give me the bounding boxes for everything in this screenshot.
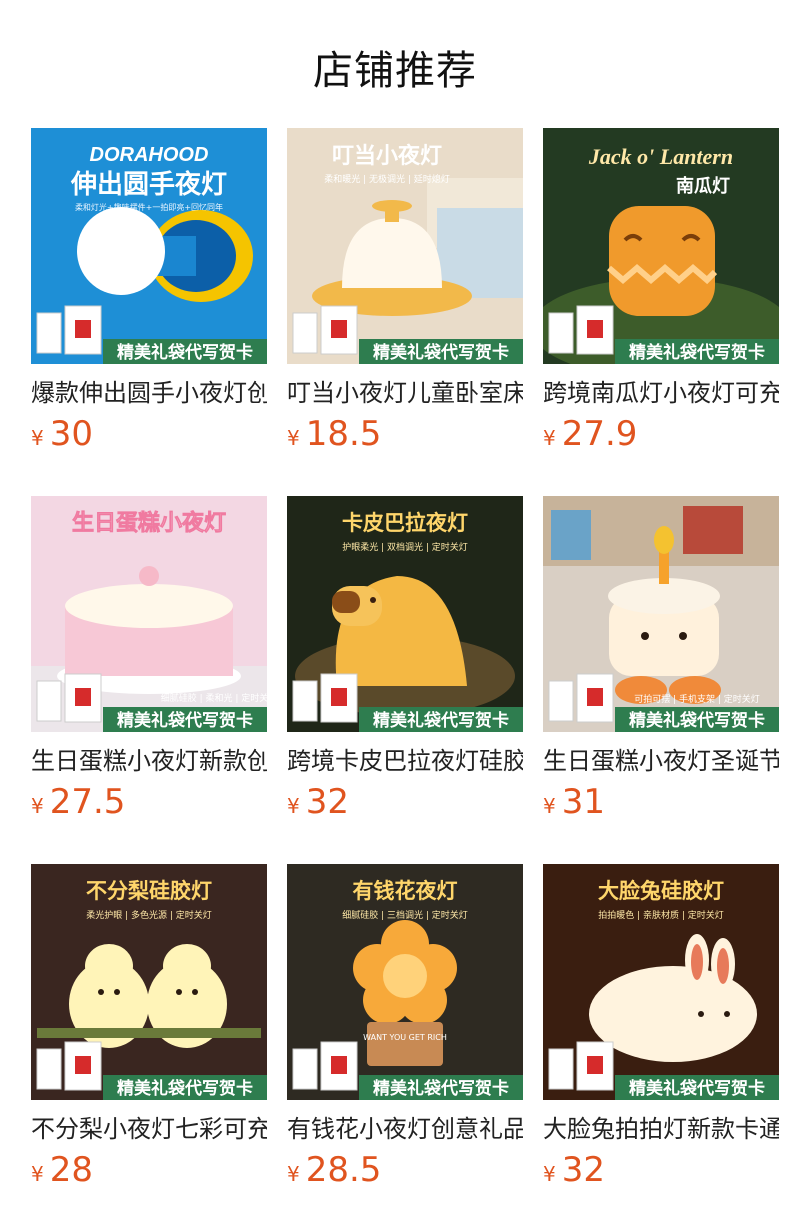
price-value: 32: [561, 1150, 605, 1190]
gift-bag-icon: [36, 305, 102, 355]
product-card[interactable]: 不分梨硅胶灯 柔光护眼 | 多色光源 | 定时关灯 精美礼袋代写贺卡 不分梨小夜…: [31, 864, 267, 1196]
image-tagline: 细腻硅胶 | 柔和光 | 定时关灯: [161, 692, 267, 704]
product-name[interactable]: 生日蛋糕小夜灯新款创意: [31, 746, 267, 776]
image-headline: 生日蛋糕小夜灯: [72, 510, 226, 536]
product-name[interactable]: 叮当小夜灯儿童卧室床头灯: [287, 378, 523, 408]
product-image[interactable]: DORAHOOD 伸出圆手夜灯 柔和灯光+趣味摆件+一拍即亮+回忆同年 精美礼袋…: [31, 128, 267, 364]
gift-banner: 精美礼袋代写贺卡: [373, 342, 509, 363]
page-title: 店铺推荐: [313, 48, 477, 94]
gift-bag-icon: [548, 1041, 614, 1091]
image-headline: 卡皮巴拉夜灯: [342, 511, 468, 535]
product-card[interactable]: 叮当小夜灯 柔和暖光 | 无极调光 | 延时熄灯 精美礼袋代写贺卡 叮当小夜灯儿…: [287, 128, 523, 460]
product-card[interactable]: 有钱花夜灯 细腻硅胶 | 三档调光 | 定时关灯 WANT YOU GET RI…: [287, 864, 523, 1196]
currency-symbol: ¥: [287, 426, 300, 450]
currency-symbol: ¥: [543, 794, 556, 818]
image-headline: 大脸兔硅胶灯: [598, 879, 724, 903]
pumpkin-lamp-icon: [607, 206, 718, 316]
gift-banner: 精美礼袋代写贺卡: [373, 710, 509, 731]
product-name[interactable]: 爆款伸出圆手小夜灯创意礼品: [31, 378, 267, 408]
price-value: 28: [49, 1150, 93, 1190]
image-headline: 不分梨硅胶灯: [86, 879, 212, 903]
image-tagline: 柔和暖光 | 无极调光 | 延时熄灯: [324, 173, 450, 185]
gift-banner: 精美礼袋代写贺卡: [629, 1078, 765, 1099]
price-value: 28.5: [305, 1150, 382, 1190]
product-price: ¥32: [287, 782, 523, 828]
gift-banner: 精美礼袋代写贺卡: [629, 710, 765, 731]
image-tagline: 可拍可摆 | 手机支架 | 定时关灯: [634, 693, 760, 705]
currency-symbol: ¥: [31, 794, 44, 818]
price-value: 30: [49, 414, 93, 454]
image-tagline: 细腻硅胶 | 三档调光 | 定时关灯: [342, 909, 468, 921]
currency-symbol: ¥: [31, 1162, 44, 1186]
gift-banner: 精美礼袋代写贺卡: [117, 710, 253, 731]
product-price: ¥18.5: [287, 414, 523, 460]
product-image[interactable]: 大脸兔硅胶灯 拍拍暖色 | 亲肤材质 | 定时关灯 精美礼袋代写贺卡: [543, 864, 779, 1100]
pot-text: WANT YOU GET RICH: [363, 1033, 447, 1042]
gift-bag-icon: [292, 673, 358, 723]
product-price: ¥30: [31, 414, 267, 460]
product-name[interactable]: 大脸兔拍拍灯新款卡通夜灯: [543, 1114, 779, 1144]
product-price: ¥28.5: [287, 1150, 523, 1196]
product-price: ¥28: [31, 1150, 267, 1196]
product-image[interactable]: 不分梨硅胶灯 柔光护眼 | 多色光源 | 定时关灯 精美礼袋代写贺卡: [31, 864, 267, 1100]
image-headline: 有钱花夜灯: [353, 879, 458, 903]
image-headline: 叮当小夜灯: [332, 143, 442, 169]
gift-bag-icon: [36, 1041, 102, 1091]
product-price: ¥27.9: [543, 414, 779, 460]
currency-symbol: ¥: [287, 1162, 300, 1186]
product-name[interactable]: 有钱花小夜灯创意礼品摆件: [287, 1114, 523, 1144]
product-name[interactable]: 生日蛋糕小夜灯圣诞节礼物: [543, 746, 779, 776]
product-card[interactable]: 大脸兔硅胶灯 拍拍暖色 | 亲肤材质 | 定时关灯 精美礼袋代写贺卡 大脸兔拍拍…: [543, 864, 779, 1196]
gift-bag-icon: [548, 673, 614, 723]
gift-banner: 精美礼袋代写贺卡: [629, 342, 765, 363]
currency-symbol: ¥: [543, 1162, 556, 1186]
image-headline: Jack o' Lantern: [588, 144, 733, 169]
product-name[interactable]: 不分梨小夜灯七彩可充电: [31, 1114, 267, 1144]
currency-symbol: ¥: [31, 426, 44, 450]
image-headline: 伸出圆手夜灯: [70, 169, 227, 200]
product-image[interactable]: 生日蛋糕小夜灯 细腻硅胶 | 柔和光 | 定时关灯 精美礼袋代写贺卡: [31, 496, 267, 732]
currency-symbol: ¥: [543, 426, 556, 450]
product-card[interactable]: DORAHOOD 伸出圆手夜灯 柔和灯光+趣味摆件+一拍即亮+回忆同年 精美礼袋…: [31, 128, 267, 460]
product-image[interactable]: 叮当小夜灯 柔和暖光 | 无极调光 | 延时熄灯 精美礼袋代写贺卡: [287, 128, 523, 364]
gift-bag-icon: [548, 305, 614, 355]
gift-banner: 精美礼袋代写贺卡: [373, 1078, 509, 1099]
price-value: 18.5: [305, 414, 382, 454]
image-subhead: 南瓜灯: [676, 175, 730, 197]
product-image[interactable]: 可拍可摆 | 手机支架 | 定时关灯 精美礼袋代写贺卡: [543, 496, 779, 732]
product-image[interactable]: 有钱花夜灯 细腻硅胶 | 三档调光 | 定时关灯 WANT YOU GET RI…: [287, 864, 523, 1100]
product-price: ¥31: [543, 782, 779, 828]
product-card[interactable]: 可拍可摆 | 手机支架 | 定时关灯 精美礼袋代写贺卡 生日蛋糕小夜灯圣诞节礼物…: [543, 496, 779, 828]
gift-banner: 精美礼袋代写贺卡: [117, 1078, 253, 1099]
product-price: ¥27.5: [31, 782, 267, 828]
gift-banner: 精美礼袋代写贺卡: [117, 342, 253, 363]
image-tagline: 柔光护眼 | 多色光源 | 定时关灯: [86, 909, 212, 921]
price-value: 27.9: [561, 414, 638, 454]
price-value: 27.5: [49, 782, 126, 822]
product-card[interactable]: Jack o' Lantern 南瓜灯 精美礼袋代写贺卡 跨境南瓜灯小夜灯可充 …: [543, 128, 779, 460]
product-name[interactable]: 跨境卡皮巴拉夜灯硅胶拍拍灯: [287, 746, 523, 776]
price-value: 32: [305, 782, 349, 822]
product-card[interactable]: 生日蛋糕小夜灯 细腻硅胶 | 柔和光 | 定时关灯 精美礼袋代写贺卡 生日蛋糕小…: [31, 496, 267, 828]
product-price: ¥32: [543, 1150, 779, 1196]
price-value: 31: [561, 782, 605, 822]
gift-bag-icon: [292, 305, 358, 355]
image-tagline: 护眼柔光 | 双档调光 | 定时关灯: [342, 541, 468, 553]
gift-bag-icon: [36, 673, 102, 723]
image-tagline: 拍拍暖色 | 亲肤材质 | 定时关灯: [598, 909, 724, 921]
shop-recommendation-page: 店铺推荐 DORAHOOD 伸出圆手夜灯 柔和灯光+趣味摆件+一拍即亮+回忆同年: [0, 0, 790, 1232]
product-image[interactable]: Jack o' Lantern 南瓜灯 精美礼袋代写贺卡: [543, 128, 779, 364]
product-image[interactable]: 卡皮巴拉夜灯 护眼柔光 | 双档调光 | 定时关灯 精美礼袋代写贺卡: [287, 496, 523, 732]
product-card[interactable]: 卡皮巴拉夜灯 护眼柔光 | 双档调光 | 定时关灯 精美礼袋代写贺卡 跨境卡皮巴…: [287, 496, 523, 828]
image-brand: DORAHOOD: [90, 144, 209, 166]
currency-symbol: ¥: [287, 794, 300, 818]
product-name[interactable]: 跨境南瓜灯小夜灯可充电: [543, 378, 779, 408]
gift-bag-icon: [292, 1041, 358, 1091]
